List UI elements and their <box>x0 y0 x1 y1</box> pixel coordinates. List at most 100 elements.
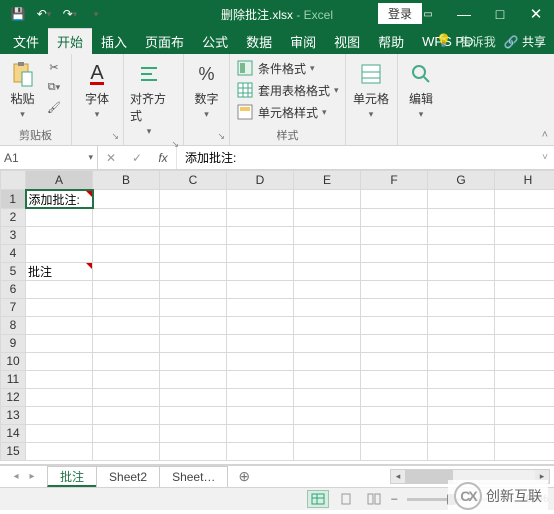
cell[interactable] <box>294 442 361 460</box>
cell[interactable] <box>26 334 93 352</box>
row-header[interactable]: 4 <box>1 244 26 262</box>
cell[interactable] <box>93 442 160 460</box>
zoom-slider[interactable] <box>407 498 497 501</box>
launcher-icon[interactable]: ↘ <box>111 131 119 142</box>
expand-formula-bar[interactable]: ˅ <box>536 146 554 169</box>
new-sheet-button[interactable]: ⊕ <box>228 468 260 485</box>
cell[interactable] <box>361 388 428 406</box>
cell[interactable] <box>93 244 160 262</box>
cell[interactable] <box>93 280 160 298</box>
cell[interactable] <box>361 208 428 226</box>
cell[interactable] <box>160 190 227 209</box>
cell[interactable] <box>495 280 554 298</box>
zoom-out-button[interactable]: – <box>391 493 397 505</box>
row-header[interactable]: 14 <box>1 424 26 442</box>
editing-button[interactable]: 编辑 ▾ <box>404 58 438 120</box>
enter-formula-button[interactable]: ✓ <box>124 151 150 165</box>
cell[interactable] <box>294 244 361 262</box>
cell[interactable] <box>428 442 495 460</box>
cell[interactable] <box>294 208 361 226</box>
cell[interactable] <box>428 424 495 442</box>
cell[interactable] <box>227 442 294 460</box>
sheet-tab-2[interactable]: Sheet2 <box>96 466 160 487</box>
cell[interactable] <box>428 352 495 370</box>
cell[interactable] <box>495 352 554 370</box>
sheet-tab-3[interactable]: Sheet … <box>159 466 228 487</box>
cell[interactable] <box>495 190 554 209</box>
cell[interactable] <box>294 226 361 244</box>
cell[interactable] <box>294 370 361 388</box>
cell[interactable] <box>361 280 428 298</box>
sheet-nav-next[interactable]: ▸ <box>24 471 40 482</box>
cell[interactable] <box>26 442 93 460</box>
cell[interactable] <box>26 388 93 406</box>
save-icon[interactable]: 💾 <box>6 3 30 25</box>
horizontal-scrollbar[interactable]: ◂ ▸ <box>390 469 550 484</box>
cell-A5[interactable]: 批注 <box>26 262 93 280</box>
cell[interactable] <box>361 334 428 352</box>
select-all-corner[interactable] <box>1 171 26 190</box>
cell[interactable] <box>160 406 227 424</box>
cell[interactable] <box>26 208 93 226</box>
cell[interactable] <box>160 208 227 226</box>
cell[interactable] <box>93 352 160 370</box>
cell[interactable] <box>294 406 361 424</box>
cell[interactable] <box>93 208 160 226</box>
launcher-icon[interactable]: ↘ <box>217 131 225 142</box>
cell[interactable] <box>26 352 93 370</box>
cell[interactable] <box>160 280 227 298</box>
cell[interactable] <box>93 334 160 352</box>
cell[interactable] <box>428 406 495 424</box>
formula-input[interactable]: 添加批注: <box>177 146 536 169</box>
col-header[interactable]: B <box>93 171 160 190</box>
cell[interactable] <box>428 280 495 298</box>
cell[interactable] <box>227 334 294 352</box>
col-header[interactable]: D <box>227 171 294 190</box>
minimize-button[interactable]: — <box>446 0 482 28</box>
col-header[interactable]: A <box>26 171 93 190</box>
sheet-tab-1[interactable]: 批注 <box>47 466 97 487</box>
cell[interactable] <box>294 316 361 334</box>
row-header[interactable]: 5 <box>1 262 26 280</box>
cell[interactable] <box>160 244 227 262</box>
cell[interactable] <box>495 226 554 244</box>
zoom-thumb[interactable] <box>447 494 456 505</box>
cell[interactable] <box>26 406 93 424</box>
cell[interactable] <box>428 370 495 388</box>
cell[interactable] <box>428 226 495 244</box>
row-header[interactable]: 9 <box>1 334 26 352</box>
cell[interactable] <box>428 388 495 406</box>
scroll-track[interactable] <box>405 470 535 483</box>
tab-formulas[interactable]: 公式 <box>193 28 237 54</box>
tab-help[interactable]: 帮助 <box>369 28 413 54</box>
cell[interactable] <box>227 388 294 406</box>
cell[interactable] <box>361 226 428 244</box>
cell[interactable] <box>294 280 361 298</box>
cell-A1[interactable]: 添加批注: <box>26 190 93 209</box>
collapse-ribbon-icon[interactable]: ˄ <box>542 129 548 141</box>
tab-home[interactable]: 开始 <box>48 28 92 54</box>
cell[interactable] <box>93 298 160 316</box>
cell[interactable] <box>294 352 361 370</box>
ribbon-options-icon[interactable]: ▭ <box>410 0 446 28</box>
cell[interactable] <box>227 424 294 442</box>
row-header[interactable]: 10 <box>1 352 26 370</box>
paste-button[interactable]: 粘贴 ▾ <box>6 58 39 120</box>
row-header[interactable]: 13 <box>1 406 26 424</box>
cell[interactable] <box>428 316 495 334</box>
redo-button[interactable]: ↷▾ <box>58 3 82 25</box>
tab-file[interactable]: 文件 <box>4 28 48 54</box>
cell[interactable] <box>495 244 554 262</box>
cell[interactable] <box>428 244 495 262</box>
cell[interactable] <box>160 442 227 460</box>
copy-button[interactable]: ⧉▾ <box>43 78 65 96</box>
cell[interactable] <box>294 334 361 352</box>
cell[interactable] <box>294 298 361 316</box>
cell[interactable] <box>428 190 495 209</box>
worksheet-grid[interactable]: A B C D E F G H 1 添加批注: 2 3 4 5批注 6 7 8 … <box>0 170 554 465</box>
cell[interactable] <box>227 208 294 226</box>
row-header[interactable]: 2 <box>1 208 26 226</box>
cell[interactable] <box>361 442 428 460</box>
cell[interactable] <box>93 190 160 209</box>
lightbulb-icon[interactable]: 💡 <box>436 33 452 49</box>
